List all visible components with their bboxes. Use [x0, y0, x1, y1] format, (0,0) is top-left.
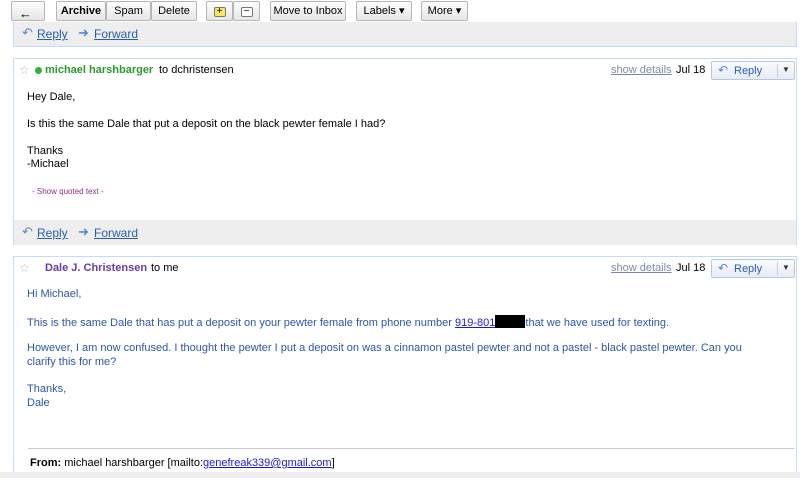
message-body-greeting: Hi Michael, [27, 288, 82, 300]
expand-all-button[interactable]: + [206, 1, 233, 21]
forward-arrow-icon: ➜ [78, 224, 89, 239]
archive-button[interactable]: Archive [56, 1, 106, 21]
divider [777, 262, 778, 275]
star-icon[interactable]: ☆ [19, 261, 30, 275]
more-dropdown[interactable]: More ▾ [421, 1, 468, 21]
chevron-down-icon[interactable]: ▼ [782, 263, 790, 272]
message-body-signature: Dale [27, 397, 50, 409]
sender-name[interactable]: michael harshbarger [45, 64, 153, 76]
phone-link[interactable]: 919-801 [455, 317, 495, 329]
body-text: This is the same Dale that has put a dep… [27, 317, 456, 329]
reply-link[interactable]: Reply [37, 27, 68, 41]
email-link[interactable]: genefreak339@gmail.com [203, 457, 332, 469]
reply-arrow-icon: ↶ [22, 25, 33, 40]
message-date: Jul 18 [676, 64, 706, 76]
message-card: ☆ Dale J. Christensen to me show details… [13, 256, 797, 478]
forward-link[interactable]: Forward [94, 226, 138, 240]
move-to-inbox-button[interactable]: Move to Inbox [270, 1, 346, 21]
back-button[interactable]: ← [11, 1, 45, 21]
toolbar: ← Archive Spam Delete + − Move to Inbox … [0, 0, 800, 24]
message-body-line: clarify this for me? [27, 356, 117, 368]
delete-button[interactable]: Delete [151, 1, 197, 21]
reply-arrow-icon: ↶ [718, 261, 729, 275]
from-name: michael harshbarger [mailto: [61, 457, 204, 469]
previous-message-footer: ↶ Reply ➜ Forward [13, 22, 797, 47]
forward-link[interactable]: Forward [94, 27, 138, 41]
forward-arrow-icon: ➜ [78, 25, 89, 40]
message-body-thanks: Thanks, [27, 383, 67, 395]
spam-button[interactable]: Spam [106, 1, 151, 21]
divider [777, 64, 778, 77]
reply-button[interactable]: ↶ Reply ▼ [711, 61, 795, 80]
message-body-thanks: Thanks [27, 145, 64, 157]
reply-button-label: Reply [734, 263, 763, 275]
from-label: From: [30, 457, 62, 469]
quoted-from-line: From: michael harshbarger [mailto:genefr… [30, 457, 335, 469]
show-details-link[interactable]: show details [611, 64, 672, 76]
redaction-block [495, 315, 526, 328]
labels-dropdown[interactable]: Labels ▾ [356, 1, 412, 21]
chevron-down-icon[interactable]: ▼ [782, 65, 790, 74]
expand-icon: + [213, 7, 226, 17]
reply-link[interactable]: Reply [37, 226, 68, 240]
reply-button-label: Reply [734, 65, 763, 77]
back-arrow-icon: ← [19, 6, 32, 21]
reply-button[interactable]: ↶ Reply ▼ [711, 259, 795, 278]
recipient-text: to me [151, 262, 179, 274]
message-body-signature: -Michael [27, 158, 69, 170]
reply-arrow-icon: ↶ [22, 224, 33, 239]
message-body-line: However, I am now confused. I thought th… [27, 342, 742, 354]
message-date: Jul 18 [676, 262, 706, 274]
body-text: that we have used for texting. [525, 317, 670, 329]
from-close: ] [331, 457, 335, 469]
show-quoted-text-link[interactable]: - Show quoted text - [32, 187, 104, 196]
message-body-greeting: Hey Dale, [27, 91, 76, 103]
recipient-text: to dchristensen [159, 64, 234, 76]
message-body-line: This is the same Dale that has put a dep… [27, 315, 669, 329]
star-icon[interactable]: ☆ [19, 63, 30, 77]
collapse-all-button[interactable]: − [233, 1, 260, 21]
online-status-icon [35, 67, 42, 74]
message-card: ☆ michael harshbarger to dchristensen sh… [13, 58, 797, 245]
quote-divider [28, 448, 794, 449]
bottom-scroll-area [0, 472, 800, 478]
message-body-line: Is this the same Dale that put a deposit… [27, 118, 386, 130]
reply-arrow-icon: ↶ [718, 63, 729, 77]
collapse-icon: − [240, 7, 253, 17]
message-footer: ↶ Reply ➜ Forward [14, 220, 796, 245]
show-details-link[interactable]: show details [611, 262, 672, 274]
sender-name[interactable]: Dale J. Christensen [45, 262, 147, 274]
footer-bar: ↶ Reply ➜ Forward [14, 22, 796, 46]
